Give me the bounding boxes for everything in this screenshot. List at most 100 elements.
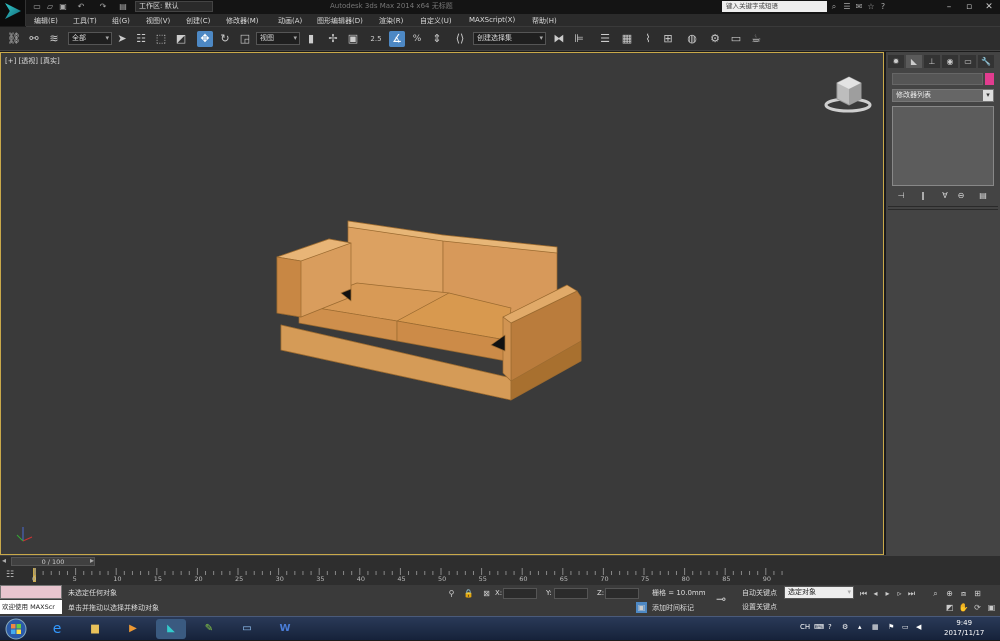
snaps-toggle-icon[interactable]: 2.5: [368, 31, 384, 47]
communication-icon[interactable]: ✉: [853, 1, 865, 12]
hierarchy-tab-icon[interactable]: ⊥: [924, 55, 940, 68]
rendered-frame-window-icon[interactable]: ▭: [728, 31, 744, 47]
subscription-icon[interactable]: ☰: [841, 1, 853, 12]
pivot-center-icon[interactable]: ▮: [303, 31, 319, 47]
go-to-start-icon[interactable]: ⏮: [858, 588, 869, 599]
menu-maxscript[interactable]: MAXScript(X): [469, 16, 515, 24]
menu-modifiers[interactable]: 修改器(M): [226, 16, 259, 26]
next-frame-icon[interactable]: ▹: [894, 588, 905, 599]
reference-coordinate-dropdown[interactable]: 视图: [256, 32, 300, 45]
named-selection-dropdown[interactable]: 创建选择集: [473, 32, 546, 45]
select-object-icon[interactable]: ➤: [114, 31, 130, 47]
x-coordinate-field[interactable]: [503, 588, 537, 599]
3ds-max-taskbar-icon[interactable]: ◣: [156, 619, 186, 639]
display-tab-icon[interactable]: ▭: [960, 55, 976, 68]
mirror-icon[interactable]: ⧓: [551, 31, 567, 47]
system-clock[interactable]: 9:49 2017/11/17: [944, 618, 984, 638]
create-tab-icon[interactable]: ✹: [888, 55, 904, 68]
z-coordinate-field[interactable]: [605, 588, 639, 599]
track-bar[interactable]: ☷ 0 5 10 15 20 25 30 35 40 45 50 55 60 65 70 75 80 85 90: [0, 567, 1000, 585]
bind-space-warp-icon[interactable]: ≋: [46, 31, 62, 47]
angle-snap-icon[interactable]: ∡: [389, 31, 405, 47]
utilities-tab-icon[interactable]: 🔧: [978, 55, 994, 68]
previous-frame-icon[interactable]: ◂: [870, 588, 881, 599]
zoom-extents-all-icon[interactable]: ⊞: [972, 588, 983, 599]
make-unique-icon[interactable]: ∀: [938, 190, 952, 202]
menu-tools[interactable]: 工具(T): [73, 16, 97, 26]
time-slider[interactable]: 0 / 100 ◂ ▸: [0, 555, 1000, 567]
play-icon[interactable]: ▸: [882, 588, 893, 599]
word-icon[interactable]: W: [270, 619, 300, 639]
select-and-rotate-icon[interactable]: ↻: [217, 31, 233, 47]
perspective-viewport[interactable]: [+] [透视] [真实]: [0, 52, 884, 555]
menu-help[interactable]: 帮助(H): [532, 16, 557, 26]
undo-icon[interactable]: ↶: [76, 2, 86, 12]
auto-key-button[interactable]: 自动关键点: [742, 588, 777, 598]
object-name-field[interactable]: [892, 73, 983, 85]
menu-group[interactable]: 组(G): [112, 16, 130, 26]
workspace-dropdown[interactable]: 工作区: 默认: [135, 1, 213, 12]
maximize-viewport-icon[interactable]: ▣: [986, 602, 997, 613]
maxscript-listener[interactable]: [0, 585, 62, 599]
network-icon[interactable]: ▦: [872, 623, 879, 631]
viewcube-icon[interactable]: [823, 75, 873, 115]
viewport-label[interactable]: [+] [透视] [真实]: [5, 56, 60, 66]
curve-editor-icon[interactable]: ⌇: [640, 31, 656, 47]
key-filter-dropdown[interactable]: 选定对象: [784, 586, 854, 599]
start-button-icon[interactable]: [2, 617, 30, 641]
media-player-icon[interactable]: ▶: [118, 619, 148, 639]
open-file-icon[interactable]: ▱: [45, 2, 55, 12]
prev-arrow-icon[interactable]: ◂: [2, 556, 6, 565]
keyboard-shortcut-override-icon[interactable]: ▣: [345, 31, 361, 47]
modify-tab-icon[interactable]: ◣: [906, 55, 922, 68]
absolute-mode-icon[interactable]: ⊠: [481, 588, 492, 599]
object-color-swatch[interactable]: [985, 73, 994, 85]
ime-icon[interactable]: ⌨: [814, 623, 824, 631]
percent-snap-icon[interactable]: %: [409, 31, 425, 47]
zoom-icon[interactable]: ⌕: [930, 588, 941, 599]
screenshot-tool-icon[interactable]: ▭: [232, 619, 262, 639]
select-and-move-icon[interactable]: ✥: [197, 31, 213, 47]
favorites-icon[interactable]: ☆: [865, 1, 877, 12]
tray-expand-icon[interactable]: ▴: [858, 623, 862, 631]
menu-animation[interactable]: 动画(A): [278, 16, 302, 26]
settings-tray-icon[interactable]: ⚙: [842, 623, 848, 631]
edit-named-selection-icon[interactable]: ⟨⟩: [452, 31, 468, 47]
search-icon[interactable]: ⌕: [828, 1, 840, 12]
isolate-selection-icon[interactable]: ⚲: [446, 588, 457, 599]
add-time-tag[interactable]: 添加时间标记: [652, 603, 694, 613]
maximize-button[interactable]: ▫: [960, 0, 978, 14]
volume-icon[interactable]: ◀: [916, 623, 921, 631]
monitor-icon[interactable]: ▭: [902, 623, 909, 631]
selection-filter-dropdown[interactable]: 全部: [68, 32, 112, 45]
spinner-snap-icon[interactable]: ⇕: [429, 31, 445, 47]
material-editor-icon[interactable]: ◍: [684, 31, 700, 47]
zoom-all-icon[interactable]: ⊕: [944, 588, 955, 599]
schematic-view-icon[interactable]: ⊞: [660, 31, 676, 47]
set-key-button[interactable]: 设置关键点: [742, 602, 777, 612]
close-button[interactable]: ✕: [980, 0, 998, 14]
file-explorer-icon[interactable]: ▆: [80, 619, 110, 639]
set-key-mode-icon[interactable]: ⊸: [716, 591, 738, 607]
pan-view-icon[interactable]: ✋: [958, 602, 969, 613]
hold-icon[interactable]: ▤: [118, 2, 128, 12]
selection-lock-icon[interactable]: 🔒: [463, 588, 474, 599]
window-crossing-icon[interactable]: ◩: [173, 31, 189, 47]
menu-edit[interactable]: 编辑(E): [34, 16, 58, 26]
help-tray-icon[interactable]: ?: [828, 623, 832, 631]
render-production-icon[interactable]: ☕: [748, 31, 764, 47]
menu-create[interactable]: 创建(C): [186, 16, 210, 26]
configure-sets-icon[interactable]: ▤: [976, 190, 990, 202]
link-icon[interactable]: ⛓: [6, 31, 22, 47]
time-slider-thumb[interactable]: 0 / 100: [11, 557, 95, 566]
menu-rendering[interactable]: 渲染(R): [379, 16, 403, 26]
y-coordinate-field[interactable]: [554, 588, 588, 599]
flag-icon[interactable]: ⚑: [888, 623, 894, 631]
new-file-icon[interactable]: ▭: [32, 2, 42, 12]
rectangular-selection-icon[interactable]: ⬚: [153, 31, 169, 47]
menu-graph-editors[interactable]: 图形编辑器(D): [317, 16, 363, 26]
select-and-scale-icon[interactable]: ◲: [237, 31, 253, 47]
language-indicator[interactable]: CH: [800, 623, 810, 631]
select-and-manipulate-icon[interactable]: ✢: [325, 31, 341, 47]
paint-icon[interactable]: ✎: [194, 619, 224, 639]
